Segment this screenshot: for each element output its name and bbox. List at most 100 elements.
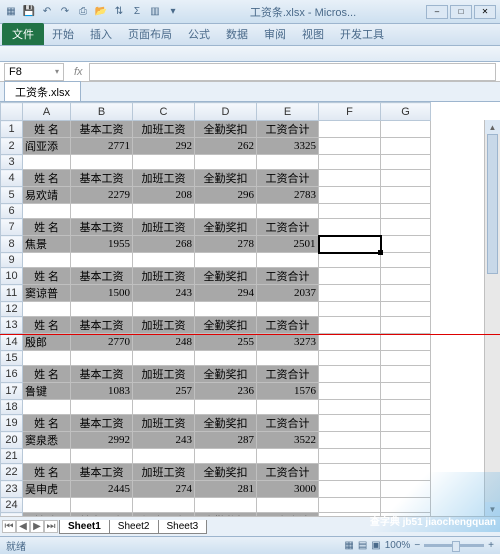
- cell-E12[interactable]: [257, 302, 319, 317]
- open-icon[interactable]: 📂: [94, 5, 108, 19]
- cell-F9[interactable]: [319, 253, 381, 268]
- cell-D2[interactable]: 262: [195, 138, 257, 155]
- name-box[interactable]: F8: [4, 63, 64, 81]
- cell-G6[interactable]: [381, 204, 431, 219]
- cell-G13[interactable]: [381, 317, 431, 334]
- cell-B7[interactable]: 基本工资: [71, 219, 133, 236]
- row-header-16[interactable]: 16: [1, 366, 23, 383]
- cell-B16[interactable]: 基本工资: [71, 366, 133, 383]
- cell-B21[interactable]: [71, 449, 133, 464]
- cell-E21[interactable]: [257, 449, 319, 464]
- cell-C10[interactable]: 加班工资: [133, 268, 195, 285]
- cell-E7[interactable]: 工资合计: [257, 219, 319, 236]
- tab-review[interactable]: 审阅: [256, 23, 294, 45]
- cell-D4[interactable]: 全勤奖扣: [195, 170, 257, 187]
- cell-F24[interactable]: [319, 498, 381, 513]
- cell-G11[interactable]: [381, 285, 431, 302]
- cell-C11[interactable]: 243: [133, 285, 195, 302]
- cell-B24[interactable]: [71, 498, 133, 513]
- cell-F16[interactable]: [319, 366, 381, 383]
- cell-E14[interactable]: 3273: [257, 334, 319, 351]
- cell-B10[interactable]: 基本工资: [71, 268, 133, 285]
- cell-F25[interactable]: [319, 513, 381, 517]
- cell-A6[interactable]: [23, 204, 71, 219]
- cell-C21[interactable]: [133, 449, 195, 464]
- cell-B15[interactable]: [71, 351, 133, 366]
- cell-A21[interactable]: [23, 449, 71, 464]
- row-header-1[interactable]: 1: [1, 121, 23, 138]
- cell-A20[interactable]: 窦泉悉: [23, 432, 71, 449]
- row-header-22[interactable]: 22: [1, 464, 23, 481]
- cell-A18[interactable]: [23, 400, 71, 415]
- cell-D12[interactable]: [195, 302, 257, 317]
- cell-B6[interactable]: [71, 204, 133, 219]
- cell-D9[interactable]: [195, 253, 257, 268]
- cell-G23[interactable]: [381, 481, 431, 498]
- col-header-B[interactable]: B: [71, 103, 133, 121]
- cell-F4[interactable]: [319, 170, 381, 187]
- row-header-4[interactable]: 4: [1, 170, 23, 187]
- cell-F22[interactable]: [319, 464, 381, 481]
- sort-icon[interactable]: ⇅: [112, 5, 126, 19]
- tab-home[interactable]: 开始: [44, 23, 82, 45]
- cell-A5[interactable]: 易欢靖: [23, 187, 71, 204]
- cell-D21[interactable]: [195, 449, 257, 464]
- row-header-18[interactable]: 18: [1, 400, 23, 415]
- cell-E1[interactable]: 工资合计: [257, 121, 319, 138]
- cell-A7[interactable]: 姓 名: [23, 219, 71, 236]
- row-header-19[interactable]: 19: [1, 415, 23, 432]
- cell-D15[interactable]: [195, 351, 257, 366]
- row-header-17[interactable]: 17: [1, 383, 23, 400]
- cell-E6[interactable]: [257, 204, 319, 219]
- cell-F12[interactable]: [319, 302, 381, 317]
- cell-B2[interactable]: 2771: [71, 138, 133, 155]
- col-header-D[interactable]: D: [195, 103, 257, 121]
- cell-D23[interactable]: 281: [195, 481, 257, 498]
- save-icon[interactable]: 💾: [22, 5, 36, 19]
- cell-B9[interactable]: [71, 253, 133, 268]
- cell-A11[interactable]: 窦谅普: [23, 285, 71, 302]
- cell-B25[interactable]: 基本工资: [71, 513, 133, 517]
- cell-G22[interactable]: [381, 464, 431, 481]
- cell-F19[interactable]: [319, 415, 381, 432]
- cell-D20[interactable]: 287: [195, 432, 257, 449]
- cell-F10[interactable]: [319, 268, 381, 285]
- more-icon[interactable]: ▾: [166, 5, 180, 19]
- cell-A17[interactable]: 鲁键: [23, 383, 71, 400]
- maximize-button[interactable]: □: [450, 5, 472, 19]
- cell-C9[interactable]: [133, 253, 195, 268]
- row-header-9[interactable]: 9: [1, 253, 23, 268]
- row-header-11[interactable]: 11: [1, 285, 23, 302]
- cell-B11[interactable]: 1500: [71, 285, 133, 302]
- row-header-14[interactable]: 14: [1, 334, 23, 351]
- zoom-in-icon[interactable]: +: [488, 540, 494, 551]
- col-header-F[interactable]: F: [319, 103, 381, 121]
- cell-B5[interactable]: 2279: [71, 187, 133, 204]
- cell-A23[interactable]: 吴申虎: [23, 481, 71, 498]
- cell-C2[interactable]: 292: [133, 138, 195, 155]
- cell-E10[interactable]: 工资合计: [257, 268, 319, 285]
- sheet-tab-2[interactable]: Sheet2: [109, 520, 159, 534]
- view-layout-icon[interactable]: ▤: [358, 540, 367, 551]
- cell-D16[interactable]: 全勤奖扣: [195, 366, 257, 383]
- cell-G12[interactable]: [381, 302, 431, 317]
- cell-A15[interactable]: [23, 351, 71, 366]
- cell-E2[interactable]: 3325: [257, 138, 319, 155]
- col-header-C[interactable]: C: [133, 103, 195, 121]
- cell-F20[interactable]: [319, 432, 381, 449]
- tab-dev[interactable]: 开发工具: [332, 23, 392, 45]
- cell-C19[interactable]: 加班工资: [133, 415, 195, 432]
- col-header-A[interactable]: A: [23, 103, 71, 121]
- col-header-G[interactable]: G: [381, 103, 431, 121]
- cell-A3[interactable]: [23, 155, 71, 170]
- row-header-25[interactable]: 25: [1, 513, 23, 517]
- cell-C12[interactable]: [133, 302, 195, 317]
- cell-B20[interactable]: 2992: [71, 432, 133, 449]
- cell-C25[interactable]: 加班工资: [133, 513, 195, 517]
- cell-A25[interactable]: 姓 名: [23, 513, 71, 517]
- cell-B4[interactable]: 基本工资: [71, 170, 133, 187]
- cell-E15[interactable]: [257, 351, 319, 366]
- zoom-out-icon[interactable]: −: [414, 540, 420, 551]
- cell-E13[interactable]: 工资合计: [257, 317, 319, 334]
- cell-F3[interactable]: [319, 155, 381, 170]
